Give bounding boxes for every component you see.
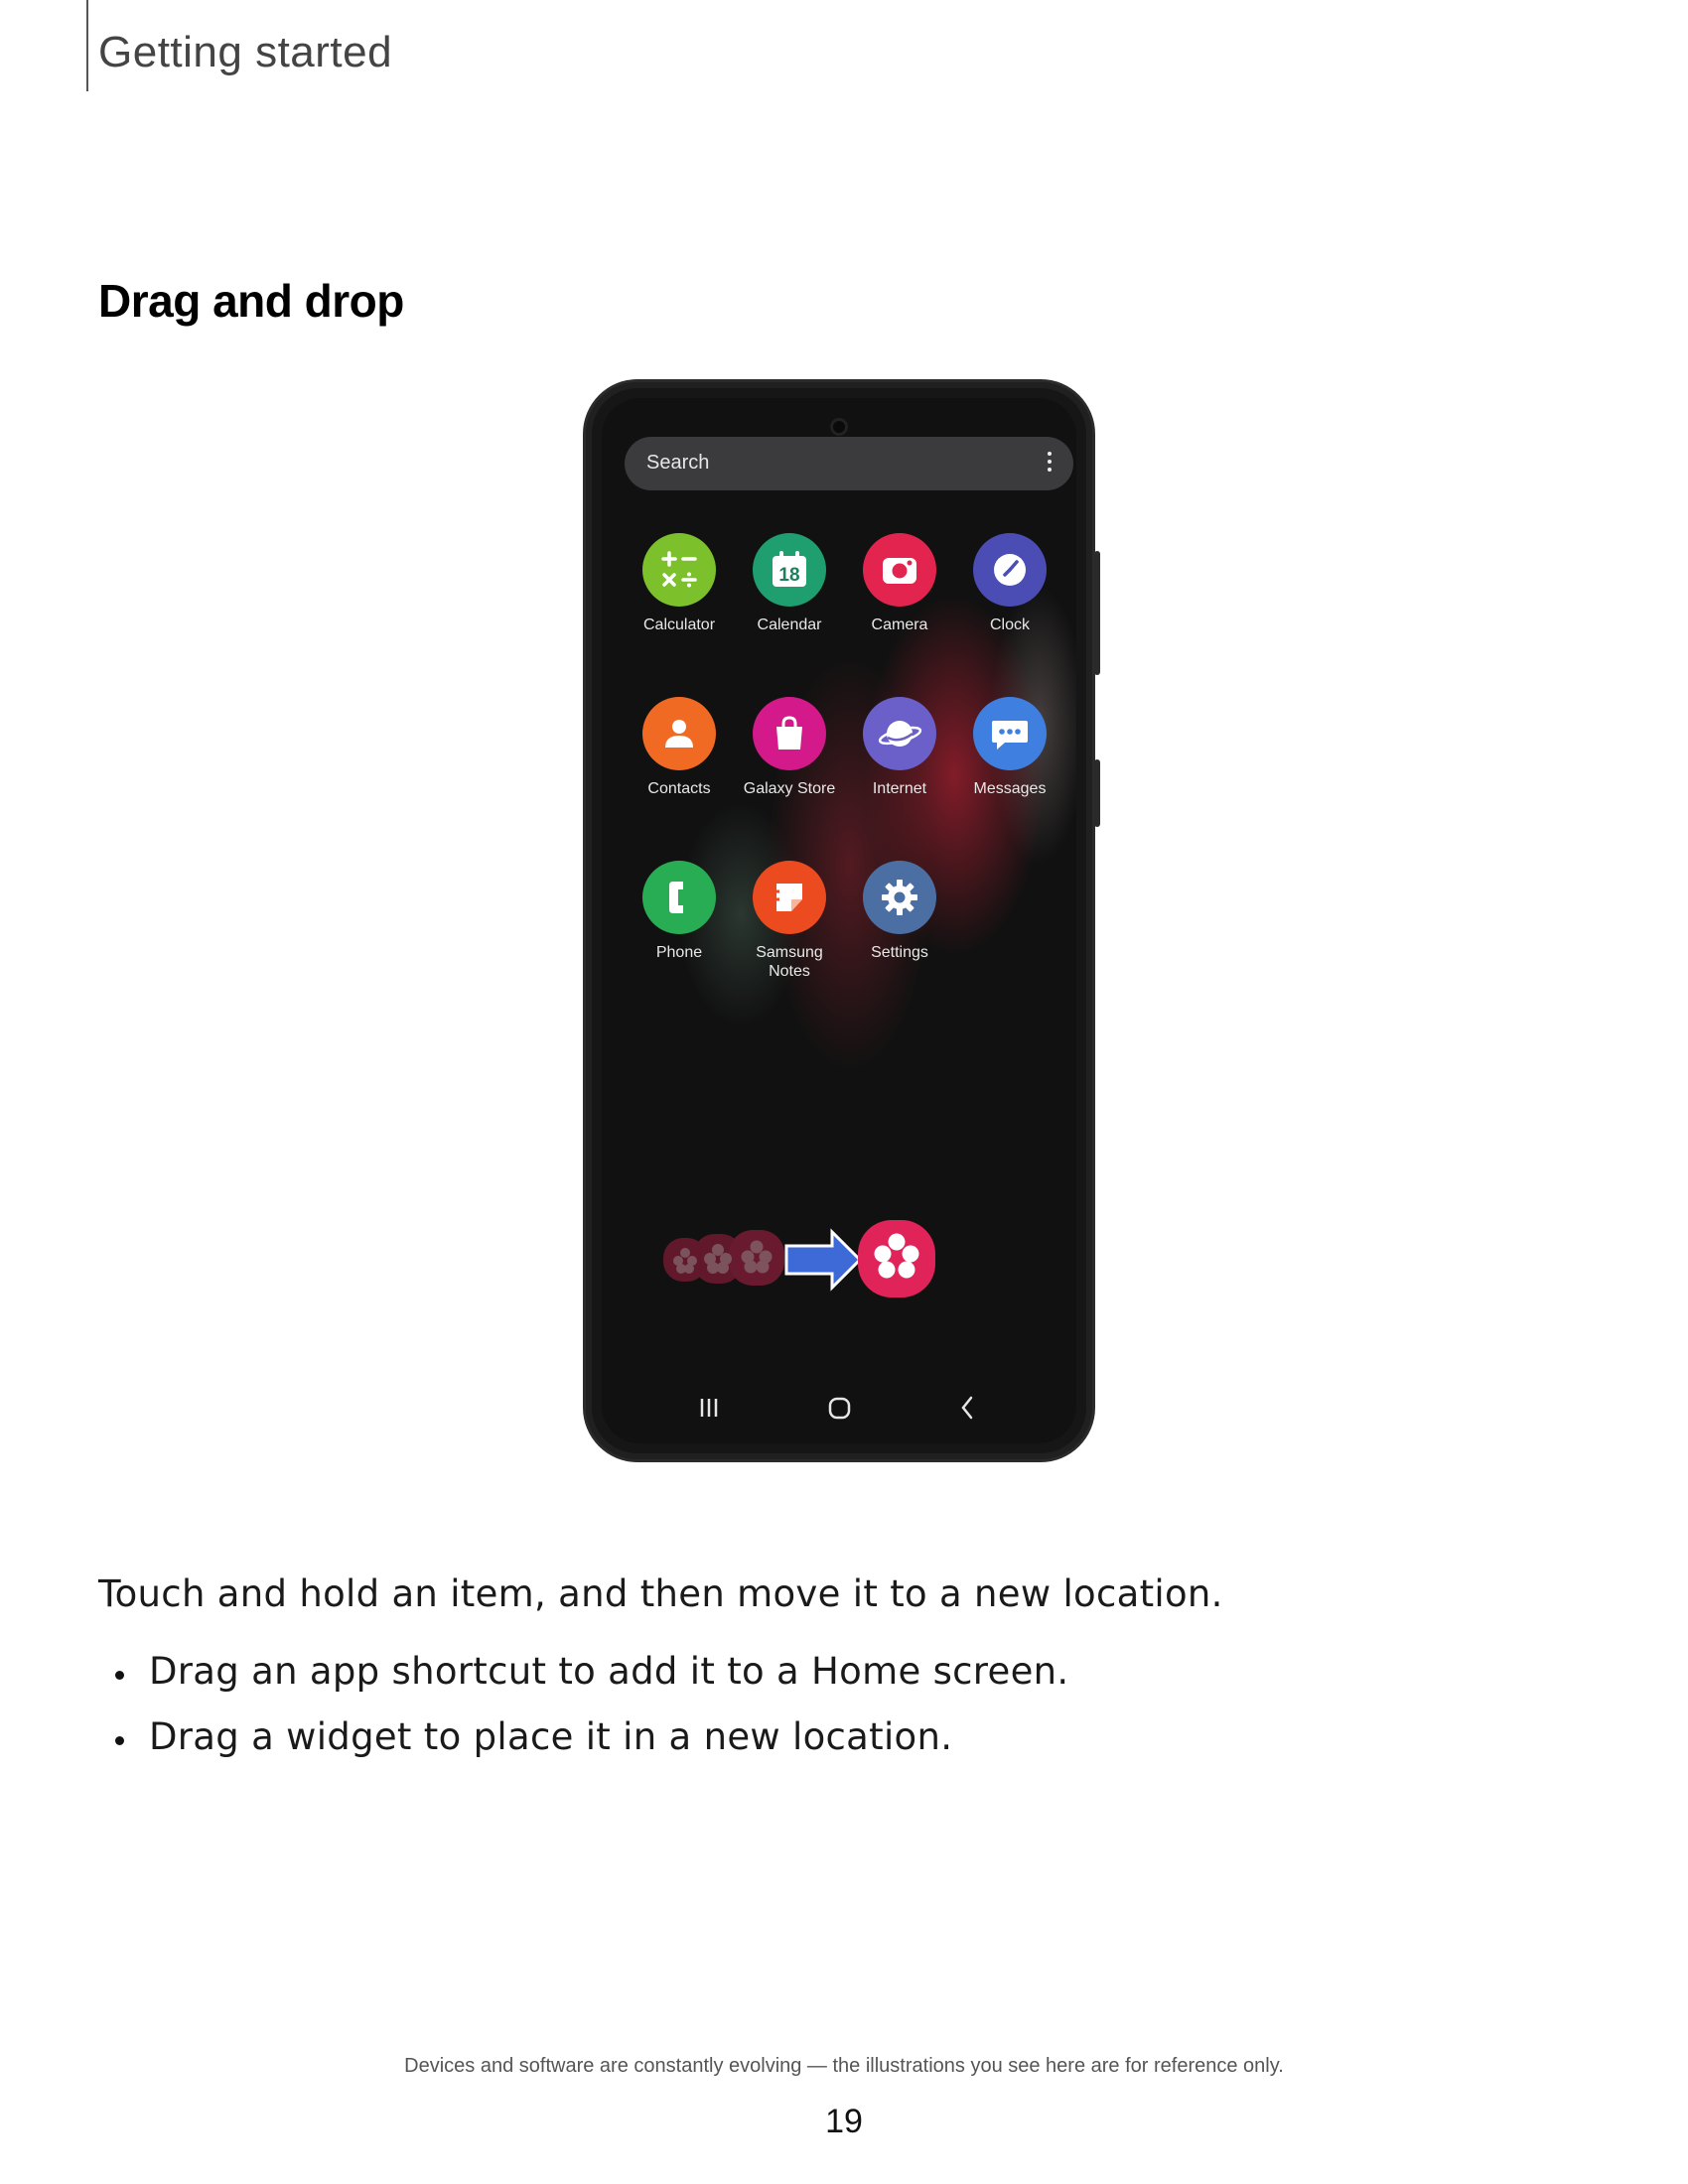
section-title: Getting started — [98, 28, 393, 76]
page-number: 19 — [825, 2103, 863, 2140]
drag-illustration — [602, 1214, 1076, 1303]
calendar-date: 18 — [778, 565, 799, 586]
messages-icon — [973, 697, 1047, 770]
app-samsung-notes[interactable]: Samsung Notes — [735, 861, 844, 981]
home-icon — [828, 1397, 851, 1420]
app-calculator[interactable]: Calculator — [625, 533, 734, 634]
flower-icon-ghost — [663, 1230, 784, 1286]
calendar-icon: 18 — [753, 533, 826, 607]
app-label: Galaxy Store — [743, 780, 836, 797]
app-label: Camera — [871, 616, 928, 633]
app-phone[interactable]: Phone — [625, 861, 734, 962]
list-item-text: Drag an app shortcut to add it to a Home… — [149, 1650, 1069, 1693]
app-label: Settings — [871, 944, 928, 961]
app-internet[interactable]: Internet — [845, 697, 954, 798]
flower-icon — [858, 1220, 935, 1297]
camera-icon — [863, 533, 936, 607]
bullet-icon — [115, 1671, 124, 1680]
volume-button — [1094, 551, 1100, 675]
app-label: Samsung Notes — [756, 944, 823, 980]
gear-icon — [863, 861, 936, 934]
intro-paragraph: Touch and hold an item, and then move it… — [98, 1572, 1223, 1615]
search-bar[interactable]: Search — [625, 437, 1073, 490]
notes-icon — [753, 861, 826, 934]
phone-icon — [642, 861, 716, 934]
back-icon — [961, 1396, 973, 1420]
app-label: Calculator — [642, 616, 716, 633]
footer-disclaimer: Devices and software are constantly evol… — [404, 2055, 1284, 2077]
bullet-icon — [115, 1736, 124, 1745]
app-label: Phone — [655, 944, 703, 961]
contacts-icon — [642, 697, 716, 770]
bullet-list: Drag an app shortcut to add it to a Home… — [98, 1650, 1068, 1781]
right-arrow-icon — [784, 1228, 863, 1292]
phone-screen: Search Calculator 18 Calendar Camera Clo… — [602, 398, 1076, 1443]
phone-illustration: Search Calculator 18 Calendar Camera Clo… — [586, 382, 1100, 1459]
app-label: Calendar — [757, 616, 822, 633]
app-label: Internet — [872, 780, 927, 797]
navigation-bar — [602, 1374, 1076, 1443]
list-item: Drag a widget to place it in a new locat… — [98, 1715, 1068, 1781]
shopping-bag-icon — [753, 697, 826, 770]
app-settings[interactable]: Settings — [845, 861, 954, 962]
internet-icon — [863, 697, 936, 770]
app-clock[interactable]: Clock — [955, 533, 1064, 634]
app-calendar[interactable]: 18 Calendar — [735, 533, 844, 634]
list-item-text: Drag a widget to place it in a new locat… — [149, 1715, 953, 1758]
clock-icon — [973, 533, 1047, 607]
list-item: Drag an app shortcut to add it to a Home… — [98, 1650, 1068, 1715]
app-label: Contacts — [647, 780, 711, 797]
recent-apps-icon — [700, 1399, 718, 1417]
power-button — [1094, 759, 1100, 827]
front-camera — [830, 418, 848, 436]
app-contacts[interactable]: Contacts — [625, 697, 734, 798]
app-camera[interactable]: Camera — [845, 533, 954, 634]
more-options-icon[interactable] — [1048, 452, 1052, 476]
page-title: Drag and drop — [98, 275, 404, 327]
app-galaxy-store[interactable]: Galaxy Store — [735, 697, 844, 798]
section-divider — [86, 0, 88, 91]
calculator-icon — [642, 533, 716, 607]
search-placeholder: Search — [646, 452, 710, 474]
app-messages[interactable]: Messages — [955, 697, 1064, 798]
app-label: Clock — [989, 616, 1030, 633]
app-label: Messages — [973, 780, 1047, 797]
